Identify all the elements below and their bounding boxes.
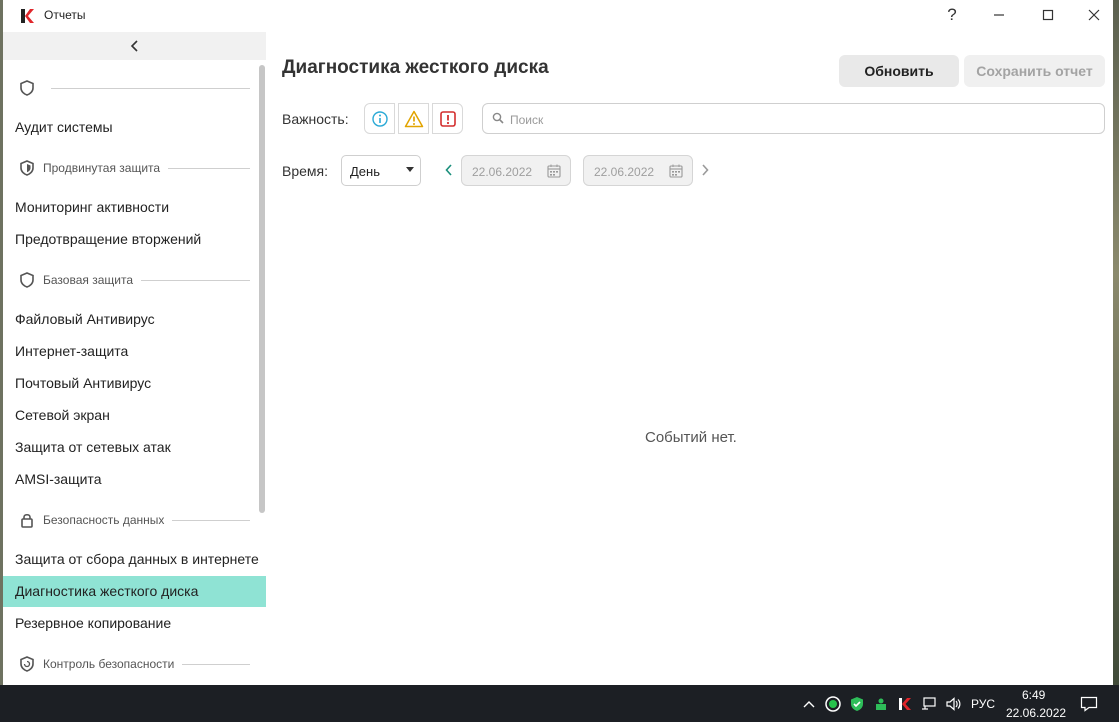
tray-network-icon[interactable] bbox=[919, 694, 939, 714]
section-label: Контроль безопасности bbox=[43, 657, 183, 671]
date-to-field[interactable]: 22.06.2022 bbox=[583, 155, 693, 186]
chevron-left-icon bbox=[445, 164, 452, 176]
volume-icon bbox=[946, 697, 961, 711]
chevron-down-icon bbox=[406, 167, 414, 172]
sidebar-item-hard-disk-diagnostics[interactable]: Диагностика жесткого диска bbox=[3, 576, 266, 607]
search-box[interactable] bbox=[482, 103, 1105, 135]
section-label: Продвинутая защита bbox=[43, 161, 169, 175]
sidebar-scrollbar[interactable] bbox=[259, 65, 265, 685]
chevron-right-icon bbox=[702, 164, 709, 176]
sidebar-section-basic: Базовая защита bbox=[3, 268, 259, 292]
date-from-field[interactable]: 22.06.2022 bbox=[461, 155, 571, 186]
tray-app-status-icon[interactable] bbox=[823, 694, 843, 714]
sidebar-item-mail-antivirus[interactable]: Почтовый Антивирус bbox=[3, 368, 266, 399]
sidebar: Аудит системы Продвинутая защита Монитор… bbox=[3, 32, 266, 685]
shield-refresh-icon bbox=[20, 656, 34, 672]
minimize-icon bbox=[994, 14, 1004, 16]
section-label: Безопасность данных bbox=[43, 513, 173, 527]
clock-date[interactable]: 22.06.2022 bbox=[1006, 706, 1066, 720]
close-icon bbox=[1088, 9, 1100, 21]
title-bar: Отчеты ? bbox=[3, 0, 1113, 32]
date-from-value: 22.06.2022 bbox=[472, 165, 533, 179]
sidebar-item-data-collection-protection[interactable]: Защита от сбора данных в интернете bbox=[3, 544, 266, 575]
kaspersky-logo-icon bbox=[21, 9, 34, 23]
refresh-button[interactable]: Обновить bbox=[839, 55, 959, 87]
sidebar-section-security-control: Контроль безопасности bbox=[3, 652, 259, 676]
time-label: Время: bbox=[282, 163, 329, 179]
period-select[interactable]: День bbox=[341, 155, 421, 186]
tray-volume-icon[interactable] bbox=[943, 694, 963, 714]
maximize-icon bbox=[1042, 9, 1054, 21]
sidebar-item-firewall[interactable]: Сетевой экран bbox=[3, 400, 266, 431]
help-button[interactable]: ? bbox=[929, 0, 975, 30]
severity-info-toggle[interactable] bbox=[364, 103, 395, 134]
shield-advanced-icon bbox=[20, 160, 34, 176]
date-to-value: 22.06.2022 bbox=[594, 165, 655, 179]
sidebar-scrollbar-thumb[interactable] bbox=[259, 65, 265, 513]
severity-label: Важность: bbox=[282, 111, 349, 127]
maximize-button[interactable] bbox=[1025, 0, 1071, 30]
empty-state-message: Событий нет. bbox=[645, 429, 737, 446]
chevron-left-icon bbox=[130, 40, 138, 52]
status-circle-icon bbox=[825, 696, 841, 712]
lock-icon bbox=[21, 513, 33, 528]
tray-network-agent-icon[interactable] bbox=[871, 694, 891, 714]
sidebar-section-top bbox=[3, 76, 259, 100]
sidebar-item-file-antivirus[interactable]: Файловый Антивирус bbox=[3, 304, 266, 335]
chevron-up-icon bbox=[803, 701, 815, 708]
sidebar-section-advanced: Продвинутая защита bbox=[3, 156, 259, 180]
sidebar-item-network-attack-blocker[interactable]: Защита от сетевых атак bbox=[3, 432, 266, 463]
desktop-background-right bbox=[1113, 0, 1119, 685]
window-title: Отчеты bbox=[44, 8, 86, 22]
warning-icon bbox=[404, 110, 423, 127]
taskbar: РУС 6:49 22.06.2022 bbox=[0, 685, 1119, 722]
tray-security-icon[interactable] bbox=[847, 694, 867, 714]
search-input[interactable] bbox=[508, 104, 1092, 135]
sidebar-item-activity-monitoring[interactable]: Мониторинг активности bbox=[3, 192, 266, 223]
reports-window: Отчеты ? Аудит системы Продвинутая защит… bbox=[3, 0, 1113, 685]
notifications-button[interactable] bbox=[1078, 694, 1100, 714]
next-period-button[interactable] bbox=[698, 162, 712, 178]
sidebar-item-backup[interactable]: Резервное копирование bbox=[3, 608, 266, 639]
sidebar-item-amsi-protection[interactable]: AMSI-защита bbox=[3, 464, 266, 495]
minimize-button[interactable] bbox=[976, 0, 1022, 30]
kaspersky-tray-icon bbox=[899, 698, 911, 710]
calendar-icon bbox=[669, 164, 683, 178]
info-icon bbox=[371, 110, 388, 127]
calendar-icon bbox=[547, 164, 561, 178]
sidebar-item-system-audit[interactable]: Аудит системы bbox=[3, 112, 266, 143]
close-button[interactable] bbox=[1071, 0, 1117, 30]
critical-icon bbox=[439, 110, 456, 127]
input-language-indicator[interactable]: РУС bbox=[971, 697, 995, 711]
page-title: Диагностика жесткого диска bbox=[282, 57, 549, 78]
notification-icon bbox=[1080, 696, 1098, 712]
network-icon bbox=[922, 697, 936, 710]
network-agent-icon bbox=[876, 698, 886, 710]
shield-check-icon bbox=[851, 697, 863, 711]
severity-critical-toggle[interactable] bbox=[432, 103, 463, 134]
show-hidden-icons-button[interactable] bbox=[799, 694, 819, 714]
sidebar-collapse-button[interactable] bbox=[3, 32, 266, 60]
section-divider bbox=[51, 88, 250, 89]
section-label: Базовая защита bbox=[43, 273, 141, 287]
shield-icon bbox=[20, 80, 34, 96]
tray-kaspersky-icon[interactable] bbox=[895, 694, 915, 714]
period-value: День bbox=[350, 164, 380, 179]
shield-icon bbox=[20, 272, 34, 288]
clock-time[interactable]: 6:49 bbox=[1022, 688, 1045, 702]
sidebar-item-intrusion-prevention[interactable]: Предотвращение вторжений bbox=[3, 224, 266, 255]
save-report-button[interactable]: Сохранить отчет bbox=[964, 55, 1105, 87]
sidebar-item-web-protection[interactable]: Интернет-защита bbox=[3, 336, 266, 367]
severity-warning-toggle[interactable] bbox=[398, 103, 429, 134]
previous-period-button[interactable] bbox=[442, 162, 456, 178]
sidebar-section-data-security: Безопасность данных bbox=[3, 508, 259, 532]
search-icon bbox=[492, 112, 504, 124]
